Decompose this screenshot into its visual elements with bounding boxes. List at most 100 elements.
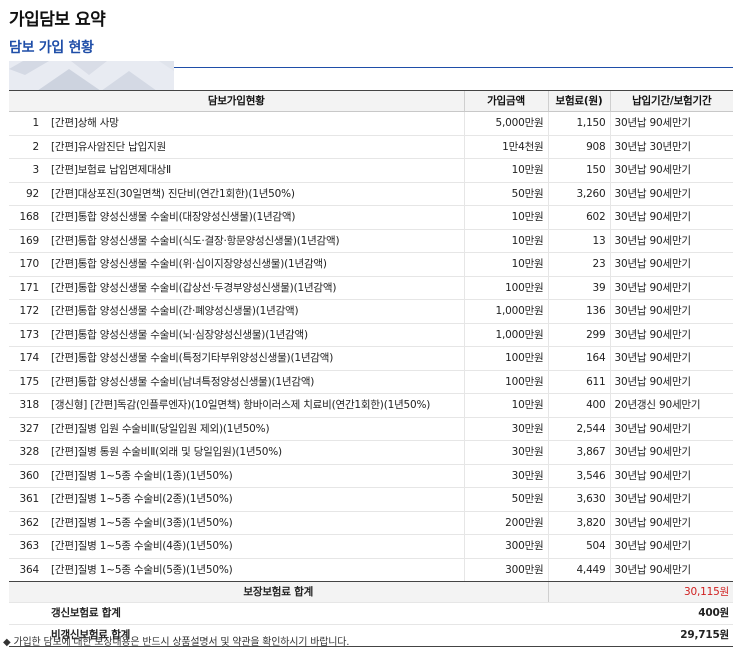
coverage-term: 30년납 90세만기 bbox=[609, 252, 734, 277]
table-row: 364 [간편]질병 1~5종 수술비(5종)(1년50%) 300만원 4,449 3… bbox=[9, 558, 734, 582]
coverage-premium: 602 bbox=[547, 205, 611, 230]
row-number: 92 bbox=[9, 182, 47, 206]
coverage-amount: 1,000만원 bbox=[463, 323, 549, 347]
coverage-term: 30년납 90세만기 bbox=[609, 111, 734, 136]
coverage-term: 30년납 90세만기 bbox=[609, 487, 734, 512]
coverage-premium: 3,546 bbox=[547, 464, 611, 488]
coverage-premium: 504 bbox=[547, 534, 611, 559]
header-coverage: 담보가입현황 bbox=[9, 90, 465, 112]
coverage-term: 30년납 90세만기 bbox=[609, 511, 734, 535]
coverage-premium: 23 bbox=[547, 252, 611, 277]
coverage-amount: 30만원 bbox=[463, 464, 549, 488]
coverage-amount: 1,000만원 bbox=[463, 299, 549, 324]
coverage-name: [간편]통합 양성신생물 수술비(식도·결장·항문양성신생물)(1년감액) bbox=[47, 229, 465, 253]
coverage-amount: 100만원 bbox=[463, 276, 549, 300]
header-amount: 가입금액 bbox=[463, 90, 549, 112]
row-number: 3 bbox=[9, 158, 47, 183]
coverage-amount: 100만원 bbox=[463, 346, 549, 371]
section-title: 담보 가입 현황 bbox=[9, 40, 94, 56]
coverage-premium: 3,820 bbox=[547, 511, 611, 535]
coverage-premium: 400 bbox=[547, 393, 611, 418]
coverage-term: 30년납 90세만기 bbox=[609, 276, 734, 300]
coverage-name: [간편]유사암진단 납입지원 bbox=[47, 135, 465, 159]
coverage-term: 30년납 90세만기 bbox=[609, 558, 734, 582]
table-row: 360 [간편]질병 1~5종 수술비(1종)(1년50%) 30만원 3,546 30… bbox=[9, 464, 734, 488]
coverage-name: [갱신형] [간편]독감(인플루엔자)(10일면책) 항바이러스제 치료비(연간… bbox=[47, 393, 465, 418]
table-row: 175 [간편]통합 양성신생물 수술비(남녀특정양성신생물)(1년감액) 100만… bbox=[9, 370, 734, 394]
row-number: 360 bbox=[9, 464, 47, 488]
coverage-amount: 30만원 bbox=[463, 417, 549, 441]
coverage-name: [간편]질병 1~5종 수술비(2종)(1년50%) bbox=[47, 487, 465, 512]
table-row: 2 [간편]유사암진단 납입지원 1만4천원 908 30년납 30년만기 bbox=[9, 135, 734, 159]
renewal-premium-value: 400원 bbox=[548, 602, 734, 625]
coverage-name: [간편]통합 양성신생물 수술비(뇌·심장양성신생물)(1년감액) bbox=[47, 323, 465, 347]
footnote: ◆ 가입한 담보에 대한 보장내용은 반드시 상품설명서 및 약관을 확인하시기… bbox=[3, 637, 350, 648]
table-row: 361 [간편]질병 1~5종 수술비(2종)(1년50%) 50만원 3,630 30… bbox=[9, 487, 734, 512]
coverage-premium: 164 bbox=[547, 346, 611, 371]
coverage-term: 30년납 90세만기 bbox=[609, 370, 734, 394]
row-number: 173 bbox=[9, 323, 47, 347]
coverage-name: [간편]질병 1~5종 수술비(3종)(1년50%) bbox=[47, 511, 465, 535]
table-row: 168 [간편]통합 양성신생물 수술비(대장양성신생물)(1년감액) 10만원 60… bbox=[9, 205, 734, 230]
total-premium-row: 보장보험료 합계 30,115원 bbox=[9, 581, 734, 603]
row-number: 327 bbox=[9, 417, 47, 441]
coverage-amount: 10만원 bbox=[463, 252, 549, 277]
coverage-term: 30년납 90세만기 bbox=[609, 464, 734, 488]
row-number: 170 bbox=[9, 252, 47, 277]
coverage-name: [간편]질병 1~5종 수술비(5종)(1년50%) bbox=[47, 558, 465, 582]
table-row: 169 [간편]통합 양성신생물 수술비(식도·결장·항문양성신생물)(1년감액)… bbox=[9, 229, 734, 253]
coverage-amount: 10만원 bbox=[463, 229, 549, 253]
row-number: 168 bbox=[9, 205, 47, 230]
row-number: 169 bbox=[9, 229, 47, 253]
table-row: 172 [간편]통합 양성신생물 수술비(간·폐양성신생물)(1년감액) 1,000… bbox=[9, 299, 734, 324]
table-body: 1 [간편]상해 사망 5,000만원 1,150 30년납 90세만기 2 [간편]유사암… bbox=[9, 111, 734, 582]
row-number: 172 bbox=[9, 299, 47, 324]
row-number: 328 bbox=[9, 440, 47, 465]
coverage-name: [간편]통합 양성신생물 수술비(남녀특정양성신생물)(1년감액) bbox=[47, 370, 465, 394]
row-number: 175 bbox=[9, 370, 47, 394]
row-number: 363 bbox=[9, 534, 47, 559]
coverage-premium: 3,867 bbox=[547, 440, 611, 465]
table-row: 174 [간편]통합 양성신생물 수술비(특정기타부위양성신생물)(1년감액) 10… bbox=[9, 346, 734, 371]
coverage-term: 30년납 90세만기 bbox=[609, 417, 734, 441]
coverage-name: [간편]질병 1~5종 수술비(4종)(1년50%) bbox=[47, 534, 465, 559]
header-term: 납입기간/보험기간 bbox=[609, 90, 734, 112]
coverage-amount: 10만원 bbox=[463, 205, 549, 230]
table-row: 1 [간편]상해 사망 5,000만원 1,150 30년납 90세만기 bbox=[9, 111, 734, 136]
coverage-amount: 5,000만원 bbox=[463, 111, 549, 136]
table-header-row: 담보가입현황 가입금액 보험료(원) 납입기간/보험기간 bbox=[9, 90, 734, 112]
coverage-premium: 150 bbox=[547, 158, 611, 183]
row-number: 362 bbox=[9, 511, 47, 535]
coverage-premium: 4,449 bbox=[547, 558, 611, 582]
row-number: 1 bbox=[9, 111, 47, 136]
coverage-table: 담보가입현황 가입금액 보험료(원) 납입기간/보험기간 1 [간편]상해 사망 5… bbox=[9, 90, 734, 647]
coverage-amount: 300만원 bbox=[463, 558, 549, 582]
coverage-name: [간편]질병 1~5종 수술비(1종)(1년50%) bbox=[47, 464, 465, 488]
decorative-banner bbox=[9, 61, 733, 91]
coverage-term: 30년납 90세만기 bbox=[609, 534, 734, 559]
coverage-premium: 136 bbox=[547, 299, 611, 324]
row-number: 361 bbox=[9, 487, 47, 512]
coverage-amount: 100만원 bbox=[463, 370, 549, 394]
row-number: 171 bbox=[9, 276, 47, 300]
coverage-term: 30년납 90세만기 bbox=[609, 323, 734, 347]
table-row: 328 [간편]질병 통원 수술비Ⅱ(외래 및 당일입원)(1년50%) 30만원 3… bbox=[9, 440, 734, 465]
coverage-amount: 50만원 bbox=[463, 487, 549, 512]
table-row: 170 [간편]통합 양성신생물 수술비(위·십이지장양성신생물)(1년감액) 10… bbox=[9, 252, 734, 277]
table-row: 362 [간편]질병 1~5종 수술비(3종)(1년50%) 200만원 3,820 3… bbox=[9, 511, 734, 535]
coverage-name: [간편]통합 양성신생물 수술비(특정기타부위양성신생물)(1년감액) bbox=[47, 346, 465, 371]
row-number: 364 bbox=[9, 558, 47, 582]
coverage-name: [간편]질병 통원 수술비Ⅱ(외래 및 당일입원)(1년50%) bbox=[47, 440, 465, 465]
table-row: 92 [간편]대상포진(30일면책) 진단비(연간1회한)(1년50%) 50만원 3… bbox=[9, 182, 734, 206]
coverage-amount: 200만원 bbox=[463, 511, 549, 535]
header-premium: 보험료(원) bbox=[547, 90, 611, 112]
renewal-premium-row: 갱신보험료 합계 400원 bbox=[9, 602, 734, 625]
coverage-amount: 10만원 bbox=[463, 158, 549, 183]
table-row: 171 [간편]통합 양성신생물 수술비(갑상선·두경부양성신생물)(1년감액) 1… bbox=[9, 276, 734, 300]
total-premium-label: 보장보험료 합계 bbox=[9, 581, 549, 603]
row-number: 318 bbox=[9, 393, 47, 418]
coverage-term: 30년납 90세만기 bbox=[609, 299, 734, 324]
coverage-name: [간편]대상포진(30일면책) 진단비(연간1회한)(1년50%) bbox=[47, 182, 465, 206]
coverage-name: [간편]상해 사망 bbox=[47, 111, 465, 136]
row-number: 174 bbox=[9, 346, 47, 371]
